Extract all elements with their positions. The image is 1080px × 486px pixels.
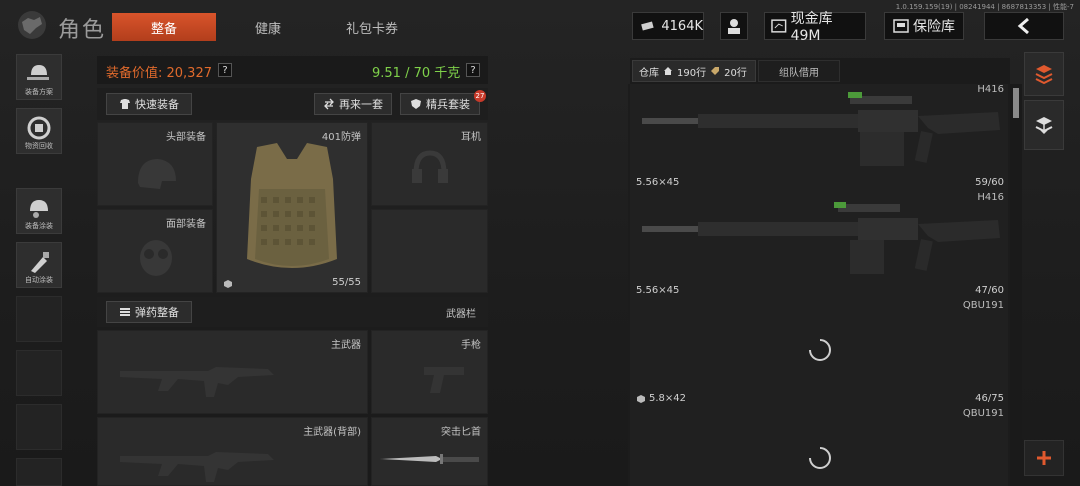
chevron-left-icon <box>1017 17 1029 35</box>
loading-spinner-icon <box>809 447 831 469</box>
ammo-icon <box>120 308 130 316</box>
sidebar-empty-slot <box>16 404 62 450</box>
currency-display[interactable]: 4164K <box>632 12 704 40</box>
elite-kit-button[interactable]: 精兵套装 <box>400 93 480 115</box>
back-button[interactable] <box>984 12 1064 40</box>
rifle-back-silhouette-icon <box>120 452 274 482</box>
armor-durability: 55/55 <box>332 277 361 288</box>
sidebar-item-skin[interactable]: 装备涂装 <box>16 188 62 234</box>
tab-gifts[interactable]: 礼包卡券 <box>320 13 424 41</box>
head-slot[interactable]: 头部装备 <box>97 122 213 206</box>
gas-mask-icon <box>140 240 172 276</box>
face-slot[interactable]: 面部装备 <box>97 209 213 293</box>
version-info: 1.0.159.159(19) | 08241944 | 8687813353 … <box>895 3 1074 11</box>
knife-icon <box>380 454 479 464</box>
recycle-icon <box>27 116 51 140</box>
rifle-silhouette-icon <box>120 367 274 397</box>
home-icon <box>664 67 672 75</box>
body-armor-icon <box>247 143 337 268</box>
warehouse-item[interactable]: QBU191 5.8×42 46/75 <box>630 300 1008 409</box>
loading-spinner-icon <box>809 339 831 361</box>
gun-helmet-icon <box>27 65 49 80</box>
headset-slot[interactable]: 耳机 <box>371 122 488 206</box>
brush-icon <box>31 252 49 273</box>
plus-icon <box>1037 451 1051 465</box>
safe-icon <box>771 19 787 33</box>
sidebar-item-auto-skin[interactable]: 自动涂装 <box>16 242 62 288</box>
cash-store-button[interactable]: 现金库 49M <box>764 11 866 44</box>
armor-slot[interactable]: 401防弹 55/55 <box>216 122 368 293</box>
trader-button[interactable] <box>720 12 748 40</box>
swap-icon <box>324 98 334 110</box>
sort-button[interactable] <box>1024 52 1064 96</box>
pistol-silhouette-icon <box>424 367 464 393</box>
insurance-label: 保险库 <box>913 19 955 35</box>
primary-back-slot[interactable]: 主武器(背部) <box>97 417 368 486</box>
loadout-value: 装备价值: 20,327 <box>106 66 212 81</box>
quick-equip-button[interactable]: 快速装备 <box>106 93 192 115</box>
tab-equip[interactable]: 整备 <box>112 13 216 41</box>
pistol-slot[interactable]: 手枪 <box>371 330 488 414</box>
rifle-h416-icon <box>642 92 1000 166</box>
trader-icon <box>728 19 740 34</box>
sidebar-empty-slot <box>16 458 62 486</box>
game-screen: 角色 整备 健康 礼包卡券 1.0.159.159(19) | 08241944… <box>0 0 1080 486</box>
currency-value: 4164K <box>661 18 703 34</box>
cube-icon <box>637 394 645 403</box>
weight-value: 9.51 / 70 千克 <box>372 66 461 81</box>
sidebar-empty-slot <box>16 296 62 342</box>
cube-icon <box>224 280 232 288</box>
cash-icon <box>641 21 654 31</box>
weight-help-button[interactable]: ? <box>466 63 480 77</box>
shield-icon <box>411 99 421 109</box>
ammo-prep-button[interactable]: 弹药整备 <box>106 301 192 323</box>
tag-icon <box>711 67 720 75</box>
sidebar-item-loadout-plan[interactable]: 装备方案 <box>16 54 62 100</box>
weapon-bar-label: 武器栏 <box>446 309 476 320</box>
rifle-h416-icon <box>642 202 1000 274</box>
warehouse-item[interactable]: H416 5.56×45 59/60 <box>630 84 1008 193</box>
team-borrow-tab[interactable]: 组队借用 <box>758 60 840 82</box>
warehouse-item[interactable]: H416 5.56×45 47/60 <box>630 192 1008 301</box>
warehouse-item[interactable]: QBU191 <box>630 408 1008 486</box>
elite-badge: 27 <box>474 90 486 102</box>
warehouse-tab[interactable]: 仓库 190行 20行 <box>632 60 756 82</box>
shirt-icon <box>120 99 130 109</box>
cash-store-label: 现金库 49M <box>790 11 833 44</box>
knife-slot[interactable]: 突击匕首 <box>371 417 488 486</box>
headset-icon <box>412 150 448 183</box>
value-help-button[interactable]: ? <box>218 63 232 77</box>
stack-sort-icon <box>1035 65 1053 85</box>
again-button[interactable]: 再来一套 <box>314 93 392 115</box>
paint-helmet-icon <box>30 200 48 218</box>
scrollbar-thumb[interactable] <box>1013 88 1019 118</box>
add-button[interactable] <box>1024 440 1064 476</box>
extra-slot[interactable] <box>371 209 488 293</box>
primary-weapon-slot[interactable]: 主武器 <box>97 330 368 414</box>
page-title: 角色 <box>58 18 107 43</box>
globe-logo-icon <box>18 11 46 39</box>
stack-in-icon <box>1035 117 1053 135</box>
warehouse-scrollbar[interactable] <box>1010 84 1022 486</box>
insurance-button[interactable]: 保险库 <box>884 12 964 40</box>
sidebar-empty-slot <box>16 350 62 396</box>
vault-icon <box>893 19 909 33</box>
helmet-icon <box>138 159 176 189</box>
quick-store-button[interactable] <box>1024 100 1064 150</box>
tab-health[interactable]: 健康 <box>216 13 320 41</box>
sidebar-item-recycle[interactable]: 物资回收 <box>16 108 62 154</box>
